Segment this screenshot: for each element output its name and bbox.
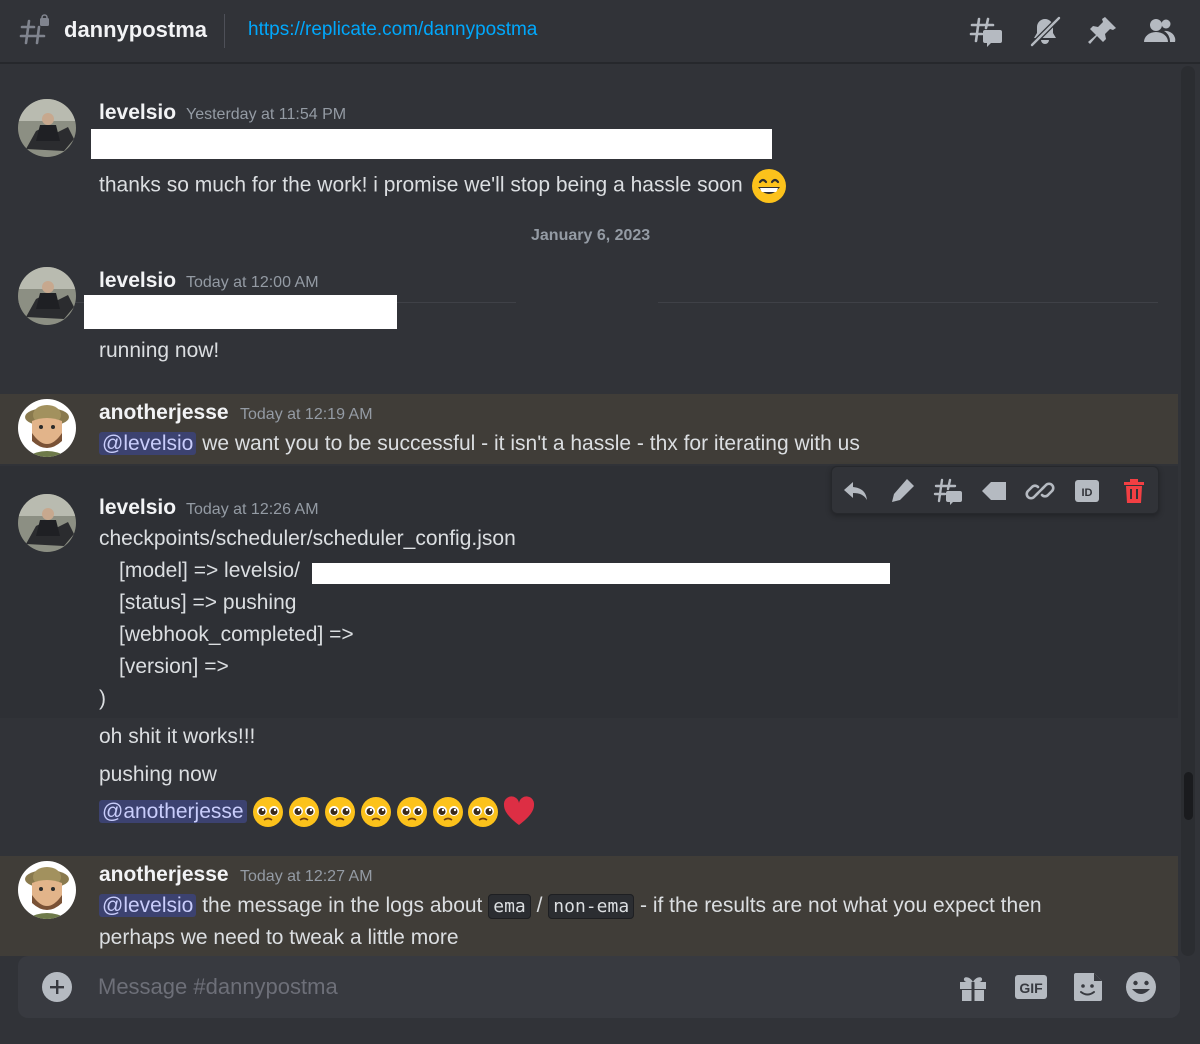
message-timestamp: Today at 12:26 AM (186, 501, 319, 518)
message-text: running now! (99, 339, 220, 362)
sticker-icon[interactable] (1071, 970, 1105, 1004)
svg-text:GIF: GIF (1019, 980, 1043, 996)
channel-header: dannypostma https://replicate.com/dannyp… (0, 0, 1200, 64)
message-author[interactable]: anotherjesse (99, 401, 229, 425)
svg-text:ID: ID (1082, 487, 1093, 499)
pleading-face-emoji (325, 797, 356, 827)
redacted-block (312, 563, 890, 584)
message-author[interactable]: anotherjesse (99, 863, 229, 887)
avatar[interactable] (18, 399, 76, 457)
redacted-block (84, 295, 397, 329)
inline-code: non-ema (548, 894, 635, 919)
message-timestamp: Today at 12:19 AM (240, 406, 373, 423)
message-text: thanks so much for the work! i promise w… (99, 168, 787, 204)
header-divider (224, 14, 225, 48)
pleading-face-emoji (396, 797, 427, 827)
add-icon (50, 980, 64, 994)
message-text: oh shit it works!!! (99, 725, 256, 748)
pleading-face-emoji (432, 797, 463, 827)
message-timestamp: Today at 12:00 AM (186, 274, 319, 291)
message-text: pushing now (99, 763, 217, 786)
message-text: checkpoints/scheduler/scheduler_config.j… (99, 527, 516, 550)
pleading-face-emoji (253, 797, 284, 827)
redacted-block (91, 129, 772, 159)
avatar[interactable] (18, 861, 76, 919)
reply-icon[interactable] (841, 476, 871, 506)
members-icon[interactable] (1142, 14, 1176, 48)
message-text: [model] => levelsio/ (119, 559, 300, 582)
edit-icon[interactable] (887, 476, 917, 506)
mark-unread-icon[interactable] (979, 476, 1009, 506)
create-thread-icon[interactable] (933, 476, 963, 506)
message-text: @levelsio the message in the logs about … (99, 894, 1042, 919)
pleading-face-emoji (360, 797, 391, 827)
date-divider-line (658, 302, 1158, 303)
copy-link-icon[interactable] (1025, 476, 1055, 506)
add-attachment-button[interactable] (42, 972, 72, 1002)
date-divider: January 6, 2023 (527, 227, 655, 245)
channel-topic-link[interactable]: https://replicate.com/dannypostma (248, 19, 537, 41)
red-heart-emoji (504, 796, 535, 825)
text-channel-hash-icon (19, 14, 49, 45)
message-text: [webhook_completed] => (119, 623, 354, 646)
message-author[interactable]: levelsio (99, 101, 176, 125)
message-text: [status] => pushing (119, 591, 297, 614)
scrollbar-track[interactable] (1181, 66, 1195, 956)
user-mention[interactable]: @anotherjesse (99, 799, 247, 823)
pleading-face-emoji (289, 797, 320, 827)
message-text: [version] => (119, 655, 229, 678)
user-mention[interactable]: @levelsio (99, 432, 197, 455)
message-input[interactable] (98, 966, 918, 1008)
message-text: @levelsio we want you to be successful -… (99, 432, 860, 456)
channel-name: dannypostma (64, 17, 208, 42)
message-timestamp: Today at 12:27 AM (240, 868, 373, 885)
message-text: perhaps we need to tweak a little more (99, 926, 459, 949)
message-composer: GIF (18, 956, 1180, 1018)
copy-id-icon[interactable]: ID (1072, 476, 1102, 506)
inline-code: ema (488, 894, 531, 919)
user-mention[interactable]: @levelsio (99, 894, 197, 917)
message-author[interactable]: levelsio (99, 496, 176, 520)
delete-icon[interactable] (1119, 476, 1149, 506)
message-author[interactable]: levelsio (99, 269, 176, 293)
pin-icon[interactable] (1085, 14, 1119, 48)
emoji-row (253, 796, 535, 827)
avatar[interactable] (18, 99, 76, 157)
emoji-icon[interactable] (1124, 970, 1158, 1004)
threads-icon[interactable] (969, 14, 1003, 48)
gift-icon[interactable] (956, 970, 990, 1004)
avatar[interactable] (18, 494, 76, 552)
message-timestamp: Yesterday at 11:54 PM (186, 106, 347, 123)
scrollbar-thumb[interactable] (1184, 772, 1193, 820)
message-text: ) (99, 687, 106, 710)
gif-icon[interactable]: GIF (1014, 970, 1048, 1004)
pleading-face-emoji (468, 797, 499, 827)
grinning-face-emoji (751, 169, 786, 203)
message-actions-toolbar: ID (831, 466, 1159, 514)
mute-bell-icon[interactable] (1028, 14, 1062, 48)
message-text: @anotherjesse (99, 796, 535, 828)
avatar[interactable] (18, 267, 76, 325)
